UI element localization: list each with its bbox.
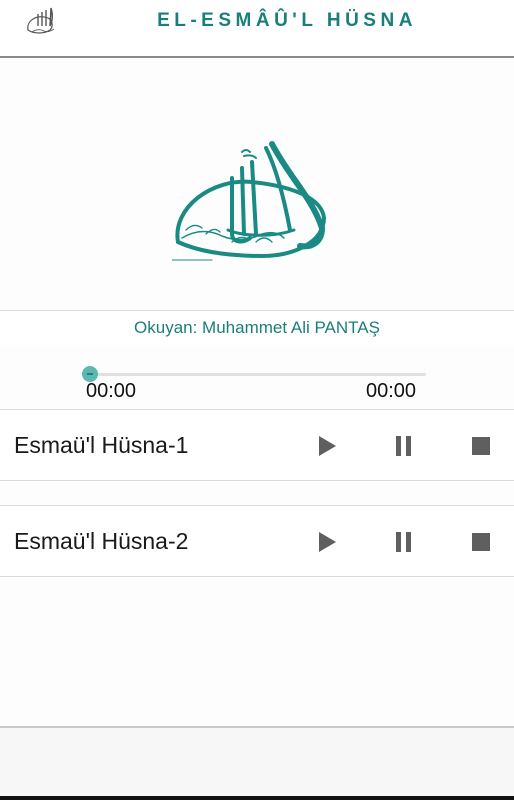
app-title: EL-ESMÂÛ'L HÜSNA: [157, 10, 417, 31]
pause-icon[interactable]: [391, 433, 417, 459]
allah-calligraphy-icon[interactable]: [24, 4, 60, 40]
stop-icon[interactable]: [468, 529, 494, 555]
allah-calligraphy-image: [172, 141, 327, 261]
seek-bar[interactable]: [90, 373, 426, 376]
track-row-2: Esmaü'l Hüsna-2: [0, 505, 514, 577]
play-icon[interactable]: [314, 433, 340, 459]
hero-area: [0, 58, 514, 310]
total-time: 00:00: [366, 380, 417, 402]
footer-area: [0, 728, 514, 796]
pause-icon[interactable]: [391, 529, 417, 555]
stop-icon[interactable]: [468, 433, 494, 459]
bottom-edge: [0, 796, 514, 800]
track-title: Esmaü'l Hüsna-2: [14, 528, 189, 554]
current-time: 00:00: [86, 380, 137, 402]
reader-name: Okuyan: Muhammet Ali PANTAŞ: [0, 310, 514, 346]
track-row-1: Esmaü'l Hüsna-1: [0, 409, 514, 481]
app-header: EL-ESMÂÛ'L HÜSNA: [0, 0, 514, 58]
audio-player: 00:00 00:00: [0, 345, 514, 409]
track-title: Esmaü'l Hüsna-1: [14, 432, 189, 458]
play-icon[interactable]: [314, 529, 340, 555]
